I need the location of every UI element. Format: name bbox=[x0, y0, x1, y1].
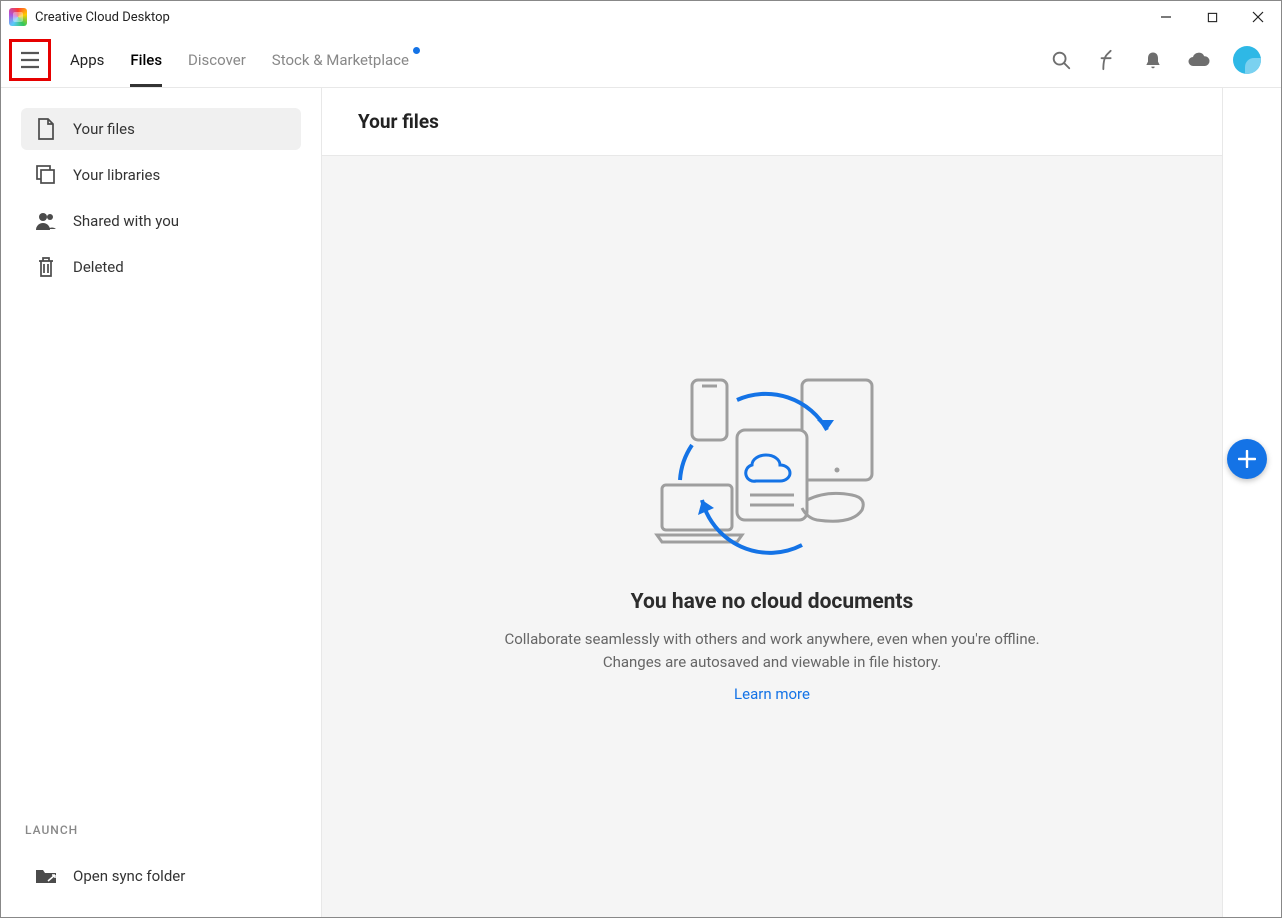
close-button[interactable] bbox=[1235, 1, 1281, 33]
empty-state-illustration bbox=[652, 370, 892, 570]
window-title: Creative Cloud Desktop bbox=[35, 10, 170, 25]
plus-icon bbox=[1238, 450, 1256, 468]
maximize-button[interactable] bbox=[1189, 1, 1235, 33]
libraries-icon bbox=[35, 164, 57, 186]
file-icon bbox=[35, 118, 57, 140]
sidebar-list: Your files Your libraries Shared with yo… bbox=[21, 108, 301, 288]
launch-heading: LAUNCH bbox=[25, 823, 301, 837]
tab-label: Apps bbox=[70, 51, 104, 69]
content-area: Your files Your libraries Shared with yo… bbox=[1, 88, 1281, 917]
empty-state-subtitle: Collaborate seamlessly with others and w… bbox=[502, 628, 1042, 673]
sidebar-item-label: Your files bbox=[73, 120, 135, 138]
main-body: You have no cloud documents Collaborate … bbox=[322, 156, 1222, 917]
hamburger-icon bbox=[20, 51, 40, 69]
notification-dot-icon bbox=[413, 47, 420, 54]
nav-tabs: Apps Files Discover Stock & Marketplace bbox=[57, 33, 422, 87]
minimize-button[interactable] bbox=[1143, 1, 1189, 33]
people-icon bbox=[35, 210, 57, 232]
sidebar-item-label: Shared with you bbox=[73, 212, 179, 230]
tab-label: Discover bbox=[188, 51, 246, 69]
learn-more-link[interactable]: Learn more bbox=[734, 685, 810, 703]
search-icon bbox=[1050, 49, 1072, 71]
nav-right bbox=[1049, 46, 1261, 74]
sidebar-item-shared[interactable]: Shared with you bbox=[21, 200, 301, 242]
tab-apps[interactable]: Apps bbox=[57, 33, 117, 87]
add-button[interactable] bbox=[1227, 439, 1267, 479]
main-title: Your files bbox=[358, 110, 439, 133]
cloud-sync-button[interactable] bbox=[1187, 48, 1211, 72]
launch-section: LAUNCH Open sync folder bbox=[21, 823, 301, 897]
sidebar-item-label: Your libraries bbox=[73, 166, 160, 184]
window-controls bbox=[1143, 1, 1281, 33]
nav-left: Apps Files Discover Stock & Marketplace bbox=[9, 33, 422, 87]
fonts-button[interactable] bbox=[1095, 48, 1119, 72]
sync-folder-icon bbox=[35, 865, 57, 887]
empty-state-title: You have no cloud documents bbox=[631, 590, 914, 614]
sidebar-item-your-files[interactable]: Your files bbox=[21, 108, 301, 150]
tab-label: Files bbox=[130, 51, 162, 69]
main-navbar: Apps Files Discover Stock & Marketplace bbox=[1, 33, 1281, 88]
font-icon bbox=[1097, 49, 1117, 71]
menu-button[interactable] bbox=[9, 39, 51, 81]
title-bar-left: Creative Cloud Desktop bbox=[9, 8, 170, 26]
sidebar-item-deleted[interactable]: Deleted bbox=[21, 246, 301, 288]
tab-label: Stock & Marketplace bbox=[272, 51, 409, 69]
account-avatar[interactable] bbox=[1233, 46, 1261, 74]
tab-stock[interactable]: Stock & Marketplace bbox=[259, 33, 422, 87]
sidebar-item-your-libraries[interactable]: Your libraries bbox=[21, 154, 301, 196]
open-sync-folder[interactable]: Open sync folder bbox=[21, 855, 301, 897]
tab-discover[interactable]: Discover bbox=[175, 33, 259, 87]
main-panel: Your files bbox=[321, 88, 1223, 917]
sidebar-item-label: Deleted bbox=[73, 258, 124, 276]
search-button[interactable] bbox=[1049, 48, 1073, 72]
notifications-button[interactable] bbox=[1141, 48, 1165, 72]
tab-files[interactable]: Files bbox=[117, 33, 175, 87]
sidebar: Your files Your libraries Shared with yo… bbox=[1, 88, 321, 917]
app-icon bbox=[9, 8, 27, 26]
main-header: Your files bbox=[322, 88, 1222, 156]
open-sync-label: Open sync folder bbox=[73, 867, 185, 885]
title-bar: Creative Cloud Desktop bbox=[1, 1, 1281, 33]
cloud-icon bbox=[1187, 50, 1211, 70]
trash-icon bbox=[35, 256, 57, 278]
bell-icon bbox=[1143, 49, 1163, 71]
